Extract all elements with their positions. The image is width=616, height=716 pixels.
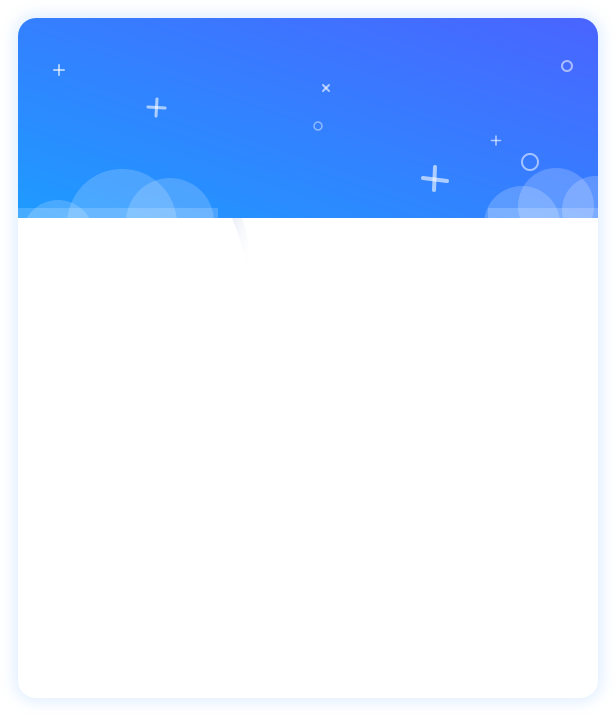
card-body (18, 218, 598, 698)
banner-illustration (18, 18, 598, 218)
card (18, 18, 598, 698)
fold-shadow-decoration (232, 218, 250, 276)
header-banner (18, 18, 598, 218)
